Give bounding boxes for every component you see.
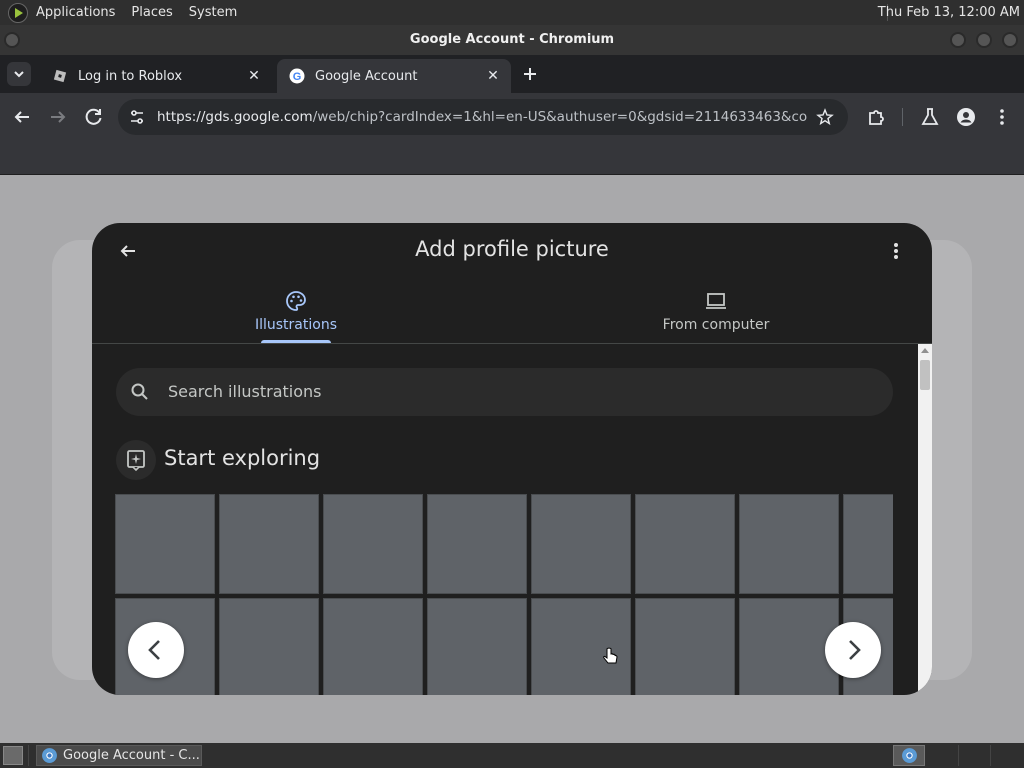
- tab-strip: Log in to Roblox ✕ G Google Account ✕: [0, 55, 1024, 93]
- illustration-grid: [115, 494, 893, 695]
- places-menu[interactable]: Places: [123, 0, 180, 25]
- roblox-favicon-icon: [53, 69, 67, 83]
- taskbar-separator: [28, 745, 29, 766]
- back-icon[interactable]: [10, 105, 34, 129]
- search-icon: [131, 383, 148, 400]
- search-illustrations-input[interactable]: Search illustrations: [116, 368, 893, 416]
- illustration-tile[interactable]: [427, 494, 527, 594]
- workspace-switcher-active[interactable]: [893, 745, 925, 766]
- bookmark-star-icon[interactable]: [816, 108, 834, 126]
- dialog-title: Add profile picture: [415, 237, 609, 261]
- svg-text:G: G: [293, 71, 302, 83]
- section-title: Start exploring: [164, 446, 321, 470]
- tab-from-computer-label: From computer: [662, 317, 770, 333]
- chromium-icon: [902, 748, 917, 763]
- new-tab-button[interactable]: [518, 62, 542, 86]
- google-favicon-icon: G: [289, 68, 305, 84]
- site-info-icon[interactable]: [128, 108, 146, 126]
- browser-toolbar: https://gds.google.com/web/chip?cardInde…: [0, 93, 1024, 141]
- sparkle-frame-icon: [127, 450, 145, 472]
- tab-search-button[interactable]: [7, 62, 31, 86]
- close-window-button[interactable]: [1002, 32, 1018, 48]
- illustration-tile[interactable]: [635, 598, 735, 695]
- bottom-taskbar: Google Account - C...: [0, 743, 1024, 768]
- carousel-next-button[interactable]: [825, 622, 881, 678]
- add-profile-picture-dialog: Add profile picture Illustrations From c…: [92, 223, 932, 695]
- profile-icon[interactable]: [954, 105, 978, 129]
- illustration-tile[interactable]: [427, 598, 527, 695]
- top-panel: Applications Places System Thu Feb 13, 1…: [0, 0, 1024, 25]
- show-desktop-button[interactable]: [3, 746, 23, 765]
- system-menu[interactable]: System: [181, 0, 245, 25]
- tab-google-account[interactable]: G Google Account ✕: [277, 59, 511, 93]
- search-placeholder: Search illustrations: [168, 382, 322, 401]
- reload-icon[interactable]: [82, 105, 106, 129]
- close-tab-icon[interactable]: ✕: [246, 68, 262, 84]
- tab-roblox[interactable]: Log in to Roblox ✕: [40, 59, 272, 93]
- workspace-separator: [958, 745, 959, 766]
- menu-kebab-icon[interactable]: [990, 105, 1014, 129]
- toolbar-divider: [902, 108, 903, 126]
- explore-section-icon: [116, 440, 156, 480]
- close-tab-icon[interactable]: ✕: [485, 68, 501, 84]
- window-title: Google Account - Chromium: [409, 32, 615, 47]
- chevron-down-icon: [14, 71, 24, 78]
- hand-pointer-cursor-icon: [603, 647, 618, 664]
- dialog-header: Add profile picture: [92, 223, 932, 279]
- tab-from-computer[interactable]: From computer: [652, 289, 780, 333]
- illustration-tile[interactable]: [531, 494, 631, 594]
- clock[interactable]: Thu Feb 13, 12:00 AM: [878, 0, 1020, 25]
- illustration-tile[interactable]: [635, 494, 735, 594]
- tab-illustrations[interactable]: Illustrations: [242, 289, 350, 333]
- forward-icon[interactable]: [46, 105, 70, 129]
- scroll-up-icon[interactable]: [921, 348, 929, 353]
- carousel-previous-button[interactable]: [128, 622, 184, 678]
- minimize-button[interactable]: [950, 32, 966, 48]
- chevron-right-icon: [849, 640, 861, 660]
- dialog-scrollbar[interactable]: [918, 344, 932, 695]
- taskbar-window-label: Google Account - C...: [63, 748, 200, 763]
- plus-icon: [524, 68, 536, 80]
- workspace-separator: [990, 745, 991, 766]
- toolbar-extension-area: [0, 141, 1024, 175]
- window-menu-button[interactable]: [4, 32, 20, 48]
- url-text[interactable]: https://gds.google.com/web/chip?cardInde…: [157, 99, 807, 135]
- illustration-tile[interactable]: [843, 494, 893, 594]
- dialog-tabs: Illustrations From computer: [92, 279, 932, 344]
- illustration-tile[interactable]: [739, 598, 839, 695]
- labs-flask-icon[interactable]: [918, 105, 942, 129]
- laptop-icon: [706, 293, 726, 309]
- applications-menu[interactable]: Applications: [28, 0, 123, 25]
- tab-illustrations-label: Illustrations: [254, 317, 337, 333]
- distro-logo-icon[interactable]: [8, 2, 28, 23]
- chevron-left-icon: [148, 640, 160, 660]
- illustration-tile[interactable]: [323, 494, 423, 594]
- chromium-icon: [42, 748, 57, 763]
- taskbar-window-google-account[interactable]: Google Account - C...: [36, 745, 202, 766]
- maximize-button[interactable]: [976, 32, 992, 48]
- tab-label: Google Account: [315, 68, 418, 84]
- illustration-tile[interactable]: [115, 494, 215, 594]
- illustrations-scroll-area[interactable]: Search illustrations Start exploring: [92, 344, 932, 695]
- address-bar[interactable]: https://gds.google.com/web/chip?cardInde…: [118, 99, 848, 135]
- scrollbar-thumb[interactable]: [920, 360, 930, 390]
- tab-label: Log in to Roblox: [78, 68, 183, 84]
- more-options-icon[interactable]: [884, 239, 908, 263]
- palette-icon: [286, 291, 306, 311]
- illustration-tile[interactable]: [739, 494, 839, 594]
- illustration-tile[interactable]: [219, 494, 319, 594]
- window-titlebar[interactable]: Google Account - Chromium: [0, 25, 1024, 55]
- extensions-icon[interactable]: [864, 105, 888, 129]
- active-tab-indicator: [261, 340, 331, 343]
- illustration-tile[interactable]: [219, 598, 319, 695]
- illustration-tile[interactable]: [323, 598, 423, 695]
